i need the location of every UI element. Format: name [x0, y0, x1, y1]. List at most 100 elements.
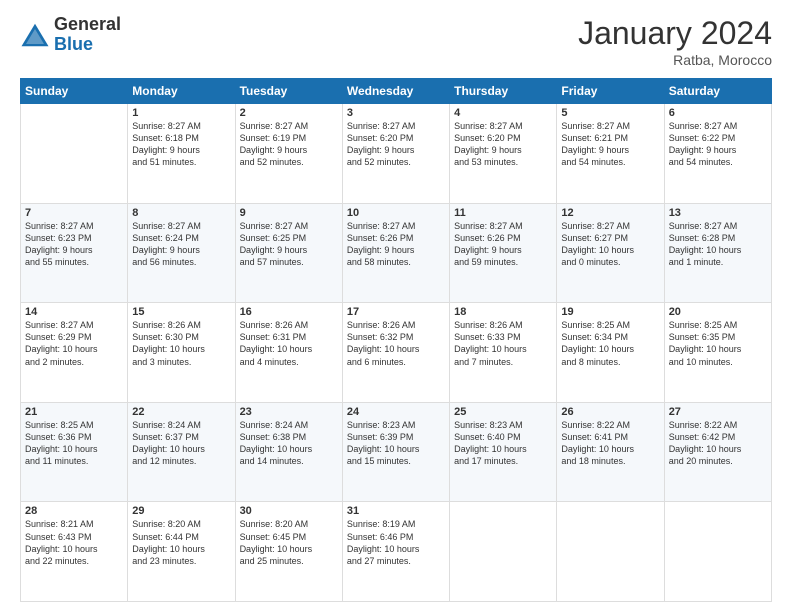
calendar-cell — [664, 502, 771, 602]
day-number: 8 — [132, 207, 230, 219]
day-number: 24 — [347, 406, 445, 418]
calendar-cell: 22Sunrise: 8:24 AMSunset: 6:37 PMDayligh… — [128, 402, 235, 502]
day-number: 11 — [454, 207, 552, 219]
calendar-cell: 1Sunrise: 8:27 AMSunset: 6:18 PMDaylight… — [128, 104, 235, 204]
day-number: 16 — [240, 306, 338, 318]
day-number: 26 — [561, 406, 659, 418]
calendar-cell: 7Sunrise: 8:27 AMSunset: 6:23 PMDaylight… — [21, 203, 128, 303]
day-header-monday: Monday — [128, 79, 235, 104]
day-info: Sunrise: 8:27 AMSunset: 6:27 PMDaylight:… — [561, 220, 659, 269]
day-number: 9 — [240, 207, 338, 219]
day-info: Sunrise: 8:23 AMSunset: 6:39 PMDaylight:… — [347, 419, 445, 468]
calendar-cell: 13Sunrise: 8:27 AMSunset: 6:28 PMDayligh… — [664, 203, 771, 303]
day-number: 2 — [240, 107, 338, 119]
day-info: Sunrise: 8:27 AMSunset: 6:26 PMDaylight:… — [454, 220, 552, 269]
day-number: 5 — [561, 107, 659, 119]
day-number: 3 — [347, 107, 445, 119]
day-number: 30 — [240, 505, 338, 517]
logo-general: General — [54, 14, 121, 34]
calendar-table: SundayMondayTuesdayWednesdayThursdayFrid… — [20, 78, 772, 602]
day-info: Sunrise: 8:24 AMSunset: 6:37 PMDaylight:… — [132, 419, 230, 468]
calendar-cell: 6Sunrise: 8:27 AMSunset: 6:22 PMDaylight… — [664, 104, 771, 204]
calendar-cell — [557, 502, 664, 602]
calendar-cell: 23Sunrise: 8:24 AMSunset: 6:38 PMDayligh… — [235, 402, 342, 502]
day-info: Sunrise: 8:27 AMSunset: 6:18 PMDaylight:… — [132, 120, 230, 169]
day-info: Sunrise: 8:27 AMSunset: 6:28 PMDaylight:… — [669, 220, 767, 269]
day-number: 27 — [669, 406, 767, 418]
day-number: 20 — [669, 306, 767, 318]
day-info: Sunrise: 8:27 AMSunset: 6:26 PMDaylight:… — [347, 220, 445, 269]
day-number: 12 — [561, 207, 659, 219]
calendar-cell: 28Sunrise: 8:21 AMSunset: 6:43 PMDayligh… — [21, 502, 128, 602]
day-info: Sunrise: 8:27 AMSunset: 6:21 PMDaylight:… — [561, 120, 659, 169]
calendar-week-5: 28Sunrise: 8:21 AMSunset: 6:43 PMDayligh… — [21, 502, 772, 602]
calendar-week-2: 7Sunrise: 8:27 AMSunset: 6:23 PMDaylight… — [21, 203, 772, 303]
day-info: Sunrise: 8:20 AMSunset: 6:44 PMDaylight:… — [132, 518, 230, 567]
day-info: Sunrise: 8:25 AMSunset: 6:34 PMDaylight:… — [561, 319, 659, 368]
calendar-cell: 29Sunrise: 8:20 AMSunset: 6:44 PMDayligh… — [128, 502, 235, 602]
calendar-cell: 9Sunrise: 8:27 AMSunset: 6:25 PMDaylight… — [235, 203, 342, 303]
day-number: 29 — [132, 505, 230, 517]
day-number: 31 — [347, 505, 445, 517]
day-info: Sunrise: 8:26 AMSunset: 6:33 PMDaylight:… — [454, 319, 552, 368]
calendar-header-row: SundayMondayTuesdayWednesdayThursdayFrid… — [21, 79, 772, 104]
calendar-cell: 25Sunrise: 8:23 AMSunset: 6:40 PMDayligh… — [450, 402, 557, 502]
day-header-sunday: Sunday — [21, 79, 128, 104]
day-number: 23 — [240, 406, 338, 418]
calendar-cell: 31Sunrise: 8:19 AMSunset: 6:46 PMDayligh… — [342, 502, 449, 602]
logo-icon — [20, 20, 50, 50]
calendar-cell: 3Sunrise: 8:27 AMSunset: 6:20 PMDaylight… — [342, 104, 449, 204]
day-number: 14 — [25, 306, 123, 318]
calendar-week-1: 1Sunrise: 8:27 AMSunset: 6:18 PMDaylight… — [21, 104, 772, 204]
calendar-cell: 11Sunrise: 8:27 AMSunset: 6:26 PMDayligh… — [450, 203, 557, 303]
calendar-cell: 18Sunrise: 8:26 AMSunset: 6:33 PMDayligh… — [450, 303, 557, 403]
day-number: 17 — [347, 306, 445, 318]
calendar-cell: 26Sunrise: 8:22 AMSunset: 6:41 PMDayligh… — [557, 402, 664, 502]
calendar-cell: 10Sunrise: 8:27 AMSunset: 6:26 PMDayligh… — [342, 203, 449, 303]
calendar-cell: 24Sunrise: 8:23 AMSunset: 6:39 PMDayligh… — [342, 402, 449, 502]
day-info: Sunrise: 8:22 AMSunset: 6:41 PMDaylight:… — [561, 419, 659, 468]
day-header-tuesday: Tuesday — [235, 79, 342, 104]
day-info: Sunrise: 8:26 AMSunset: 6:32 PMDaylight:… — [347, 319, 445, 368]
day-header-saturday: Saturday — [664, 79, 771, 104]
day-number: 19 — [561, 306, 659, 318]
day-header-wednesday: Wednesday — [342, 79, 449, 104]
calendar-cell: 21Sunrise: 8:25 AMSunset: 6:36 PMDayligh… — [21, 402, 128, 502]
location-subtitle: Ratba, Morocco — [578, 52, 772, 68]
calendar-cell — [21, 104, 128, 204]
day-info: Sunrise: 8:22 AMSunset: 6:42 PMDaylight:… — [669, 419, 767, 468]
day-info: Sunrise: 8:27 AMSunset: 6:19 PMDaylight:… — [240, 120, 338, 169]
calendar-cell: 27Sunrise: 8:22 AMSunset: 6:42 PMDayligh… — [664, 402, 771, 502]
day-info: Sunrise: 8:27 AMSunset: 6:20 PMDaylight:… — [454, 120, 552, 169]
calendar-cell — [450, 502, 557, 602]
day-number: 22 — [132, 406, 230, 418]
calendar-cell: 4Sunrise: 8:27 AMSunset: 6:20 PMDaylight… — [450, 104, 557, 204]
calendar-cell: 8Sunrise: 8:27 AMSunset: 6:24 PMDaylight… — [128, 203, 235, 303]
day-info: Sunrise: 8:27 AMSunset: 6:29 PMDaylight:… — [25, 319, 123, 368]
day-info: Sunrise: 8:24 AMSunset: 6:38 PMDaylight:… — [240, 419, 338, 468]
day-number: 13 — [669, 207, 767, 219]
logo-blue: Blue — [54, 34, 93, 54]
day-info: Sunrise: 8:19 AMSunset: 6:46 PMDaylight:… — [347, 518, 445, 567]
day-info: Sunrise: 8:25 AMSunset: 6:36 PMDaylight:… — [25, 419, 123, 468]
day-number: 28 — [25, 505, 123, 517]
day-info: Sunrise: 8:27 AMSunset: 6:23 PMDaylight:… — [25, 220, 123, 269]
day-number: 18 — [454, 306, 552, 318]
day-number: 1 — [132, 107, 230, 119]
day-info: Sunrise: 8:21 AMSunset: 6:43 PMDaylight:… — [25, 518, 123, 567]
day-number: 6 — [669, 107, 767, 119]
day-info: Sunrise: 8:27 AMSunset: 6:22 PMDaylight:… — [669, 120, 767, 169]
page: General Blue January 2024 Ratba, Morocco… — [0, 0, 792, 612]
day-header-friday: Friday — [557, 79, 664, 104]
day-info: Sunrise: 8:23 AMSunset: 6:40 PMDaylight:… — [454, 419, 552, 468]
day-info: Sunrise: 8:26 AMSunset: 6:30 PMDaylight:… — [132, 319, 230, 368]
day-number: 25 — [454, 406, 552, 418]
day-info: Sunrise: 8:27 AMSunset: 6:24 PMDaylight:… — [132, 220, 230, 269]
calendar-week-3: 14Sunrise: 8:27 AMSunset: 6:29 PMDayligh… — [21, 303, 772, 403]
calendar-cell: 5Sunrise: 8:27 AMSunset: 6:21 PMDaylight… — [557, 104, 664, 204]
day-info: Sunrise: 8:20 AMSunset: 6:45 PMDaylight:… — [240, 518, 338, 567]
day-info: Sunrise: 8:26 AMSunset: 6:31 PMDaylight:… — [240, 319, 338, 368]
day-number: 15 — [132, 306, 230, 318]
day-info: Sunrise: 8:27 AMSunset: 6:25 PMDaylight:… — [240, 220, 338, 269]
calendar-cell: 16Sunrise: 8:26 AMSunset: 6:31 PMDayligh… — [235, 303, 342, 403]
